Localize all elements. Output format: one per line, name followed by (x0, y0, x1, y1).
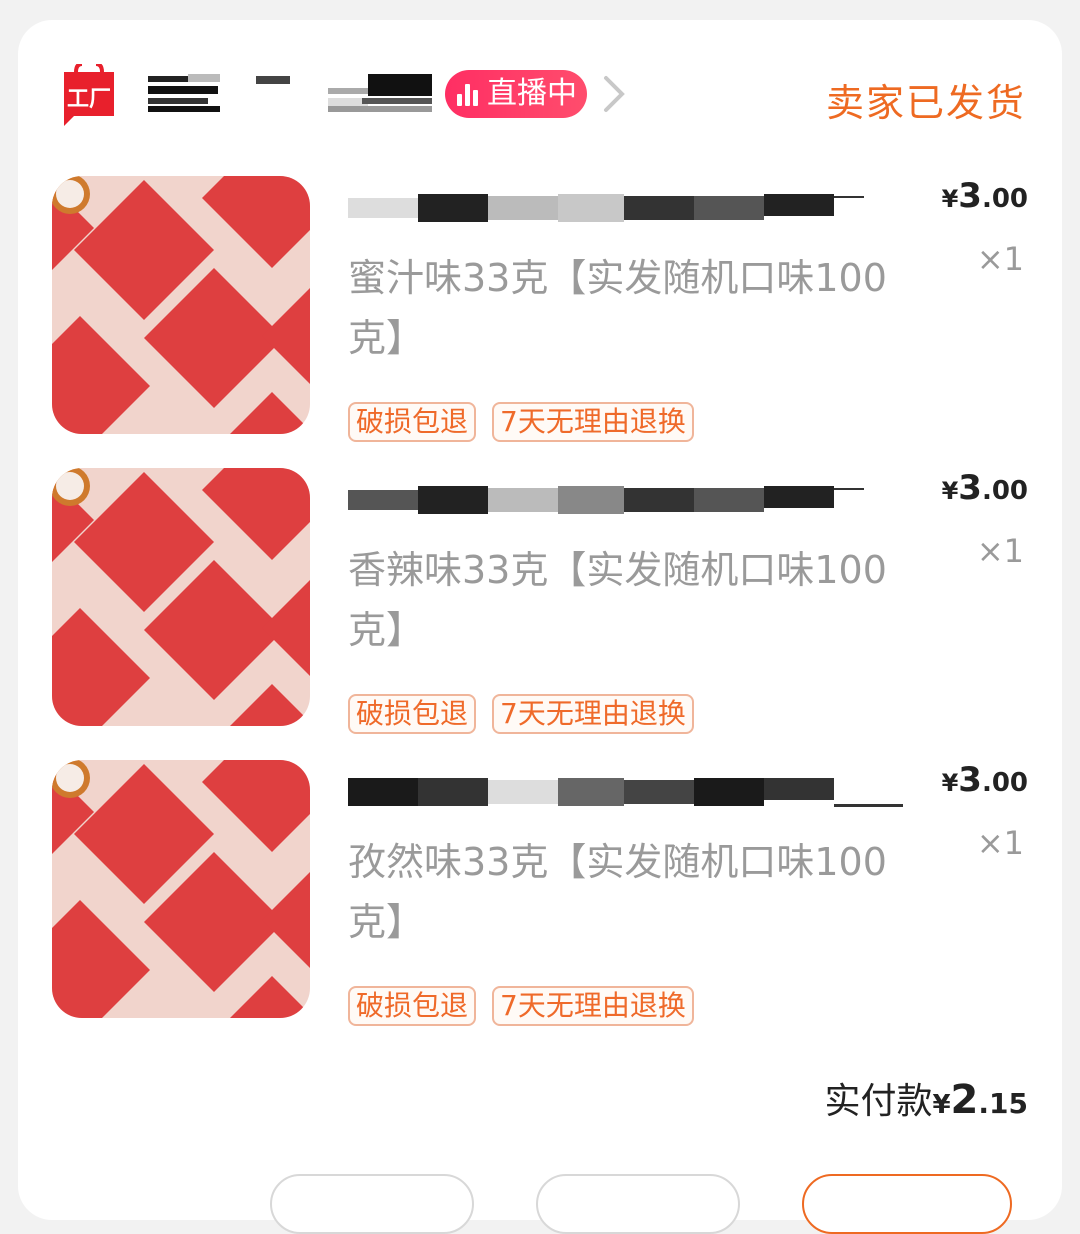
tag-damage-refund: 破损包退 (348, 402, 477, 442)
product-spec: 蜜汁味33克【实发随机口味100克】 (348, 256, 887, 360)
product-spec: 孜然味33克【实发随机口味100克】 (348, 840, 887, 944)
item-quantity: ×1 (976, 532, 1024, 570)
tag-damage-refund: 破损包退 (348, 986, 477, 1026)
live-streaming-badge[interactable]: 直播中 (445, 70, 587, 118)
action-button-2[interactable] (536, 1174, 740, 1234)
product-title-redacted (348, 778, 903, 807)
amount-paid: 实付款¥2.15 (824, 1077, 1028, 1123)
item-quantity: ×1 (976, 824, 1024, 862)
item-quantity: ×1 (976, 240, 1024, 278)
factory-store-icon[interactable]: 工厂 (60, 64, 118, 128)
shop-name-redacted[interactable] (148, 72, 432, 116)
tag-7day-return: 7天无理由退换 (492, 402, 694, 442)
order-card: 工厂 直播中 卖家已发货 蜜汁味33克【实发随机口味100克】 破损包退 7天无… (18, 20, 1062, 1234)
action-button-primary[interactable] (802, 1174, 1012, 1234)
amount-paid-label: 实付款 (824, 1081, 933, 1122)
item-price: ¥3.00 (941, 468, 1028, 508)
tag-7day-return: 7天无理由退换 (492, 986, 694, 1026)
tag-damage-refund: 破损包退 (348, 694, 477, 734)
product-title-redacted (348, 486, 864, 514)
order-status: 卖家已发货 (825, 81, 1026, 125)
shop-logo-text: 工厂 (67, 87, 111, 112)
product-title-redacted (348, 194, 864, 222)
item-price: ¥3.00 (941, 760, 1028, 800)
order-item[interactable]: 蜜汁味33克【实发随机口味100克】 破损包退 7天无理由退换 ¥3.00 ×1 (18, 176, 1062, 442)
order-item[interactable]: 香辣味33克【实发随机口味100克】 破损包退 7天无理由退换 ¥3.00 ×1 (18, 468, 1062, 734)
product-spec: 香辣味33克【实发随机口味100克】 (348, 548, 887, 652)
product-image[interactable] (52, 760, 310, 1018)
action-button-1[interactable] (270, 1174, 474, 1234)
live-bars-icon (457, 82, 481, 106)
product-image[interactable] (52, 176, 310, 434)
item-price: ¥3.00 (941, 176, 1028, 216)
product-image[interactable] (52, 468, 310, 726)
order-item[interactable]: 孜然味33克【实发随机口味100克】 破损包退 7天无理由退换 ¥3.00 ×1 (18, 760, 1062, 1026)
tag-7day-return: 7天无理由退换 (492, 694, 694, 734)
live-label: 直播中 (487, 76, 577, 111)
chevron-right-icon[interactable] (600, 74, 628, 114)
